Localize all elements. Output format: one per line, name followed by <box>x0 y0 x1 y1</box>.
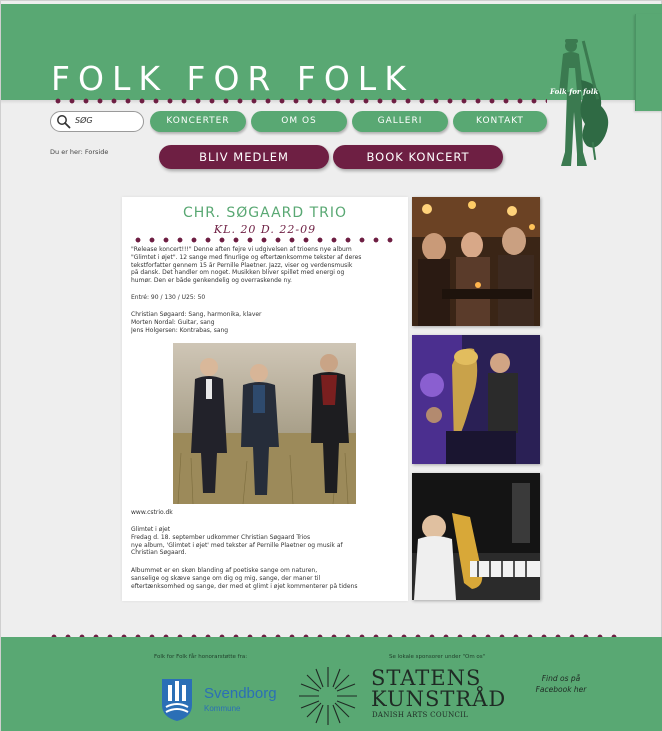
intro-line: humør. Den er både genkendelig og overra… <box>131 277 292 285</box>
intro-line: på dansk. Det handler om noget. Musikken… <box>131 269 345 277</box>
website-link[interactable]: www.cstrio.dk <box>131 509 397 517</box>
breadcrumb: Du er her: Forside <box>50 148 109 156</box>
article-date: KL. 20 D. 22-09 <box>213 223 317 236</box>
album-desc-line: eftertænksomhed og sange, der med et gli… <box>131 582 358 590</box>
article-dot-divider <box>131 237 399 243</box>
svendborg-logo-sub: Kommune <box>204 704 241 713</box>
svendborg-crest-icon[interactable] <box>158 669 196 721</box>
site-logo[interactable]: FOLK FOR FOLK <box>51 59 414 98</box>
bass-player-icon <box>559 39 609 166</box>
album-desc-line: Albummet er en skøn blanding af poetiske… <box>131 567 318 574</box>
side-tab[interactable] <box>635 14 662 111</box>
website-text[interactable]: www.cstrio.dk <box>131 509 397 517</box>
album-desc-line: sanselige og skæve sange om dig og mig, … <box>131 574 321 582</box>
statens-subtitle: DANISH ARTS COUNCIL <box>372 711 469 719</box>
audience-photo[interactable] <box>412 197 540 326</box>
intro-line: tekstforfatter gennem 15 år Pernille Pla… <box>131 261 353 269</box>
album-line: nye album, 'Glimtet i øjet' med tekster … <box>131 541 343 549</box>
facebook-link[interactable]: Find os på Facebook her <box>533 674 589 695</box>
article-intro: "Release koncert!!!" Denne aften fejre v… <box>131 246 397 285</box>
entry-price: Entré: 90 / 130 / U25: 50 <box>131 294 397 302</box>
search-icon[interactable] <box>56 114 71 129</box>
book-concert-button[interactable]: BOOK KONCERT <box>333 145 503 169</box>
album-line: Glimtet i øjet <box>131 526 171 533</box>
page: FOLK FOR FOLK Folk for folk SØG KONCERTE… <box>0 0 662 731</box>
member-line: Christian Søgaard: Sang, harmonika, klav… <box>131 311 262 318</box>
sunburst-logo-icon[interactable] <box>297 665 359 727</box>
album-line: Fredag d. 18. september udkommer Christi… <box>131 533 311 541</box>
statens-line1: STATENS <box>371 666 482 690</box>
entry-price-text: Entré: 90 / 130 / U25: 50 <box>131 294 206 301</box>
album-description: Albummet er en skøn blanding af poetiske… <box>131 567 397 590</box>
figure-label: Folk for folk <box>550 87 599 96</box>
intro-line: "Glimtet i øjet". 12 sange med finurlige… <box>131 253 362 261</box>
statens-line2: KUNSTRÅD <box>371 687 507 711</box>
member-line: Jens Holgersen: Kontrabas, sang <box>131 326 229 334</box>
become-member-button[interactable]: BLIV MEDLEM <box>159 145 329 169</box>
article-title[interactable]: CHR. SØGAARD TRIO <box>122 205 408 221</box>
album-line: Christian Søgaard. <box>131 549 187 557</box>
nav-koncerter[interactable]: KONCERTER <box>150 111 246 132</box>
header-dot-divider <box>51 98 547 104</box>
search-label: SØG <box>75 116 93 125</box>
member-line: Morten Nordal: Guitar, sang <box>131 318 215 326</box>
nav-om-os[interactable]: OM OS <box>251 111 347 132</box>
nav-kontakt[interactable]: KONTAKT <box>453 111 547 132</box>
nav-galleri[interactable]: GALLERI <box>352 111 448 132</box>
statens-kunstraad-logo[interactable]: STATENS KUNSTRÅD <box>371 668 506 710</box>
trio-photo <box>173 343 356 504</box>
saxophone-player-photo[interactable] <box>412 473 540 600</box>
support-caption: Folk for Folk får honorarstøtte fra: <box>154 654 248 660</box>
svendborg-logo-text[interactable]: Svendborg <box>204 685 277 702</box>
album-intro: Glimtet i øjet Fredag d. 18. september u… <box>131 526 397 557</box>
intro-line: "Release koncert!!!" Denne aften fejre v… <box>131 246 352 253</box>
sponsor-caption[interactable]: Se lokale sponsorer under "Om os" <box>389 654 485 660</box>
tuba-player-photo[interactable] <box>412 335 540 464</box>
member-list: Christian Søgaard: Sang, harmonika, klav… <box>131 311 397 334</box>
